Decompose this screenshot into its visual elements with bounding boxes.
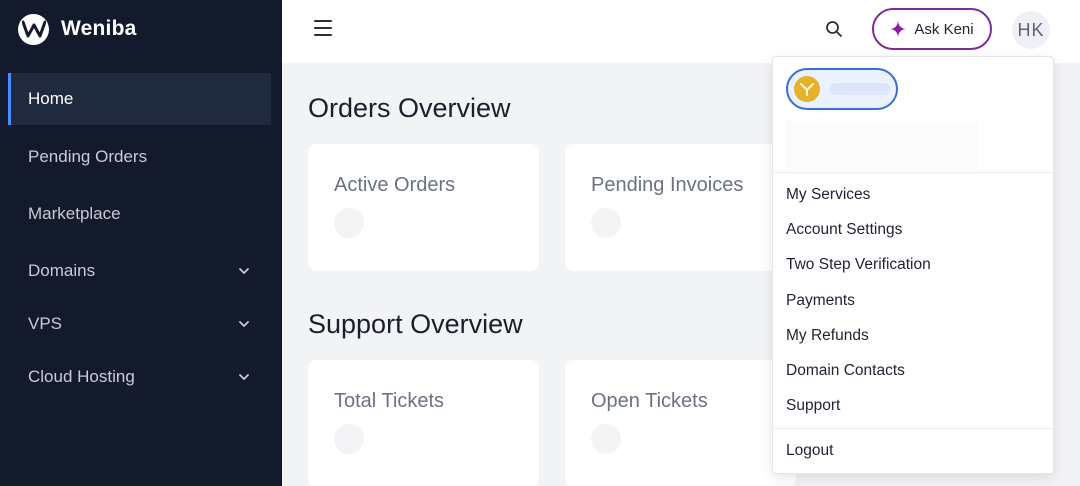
brand-name: Weniba (61, 17, 137, 40)
total-tickets-card[interactable]: Total Tickets (308, 360, 539, 486)
avatar-initials: HK (1017, 19, 1045, 40)
top-header: Ask Keni HK (282, 0, 1080, 63)
sparkle-icon (890, 21, 907, 37)
user-menu-dropdown: My Services Account Settings Two Step Ve… (772, 56, 1054, 474)
sidebar-item-home[interactable]: Home (8, 73, 271, 125)
sidebar-item-label: Marketplace (28, 204, 121, 223)
support-overview-title: Support Overview (308, 309, 523, 339)
sidebar: Weniba Home Pending Orders Marketplace D… (0, 0, 282, 486)
orders-overview-title: Orders Overview (308, 93, 511, 123)
active-orders-card[interactable]: Active Orders (308, 144, 539, 271)
card-icon (334, 424, 364, 454)
divider (773, 428, 1053, 429)
card-label: Pending Invoices (591, 174, 744, 196)
brand[interactable]: Weniba (18, 12, 137, 46)
sidebar-item-label: Pending Orders (28, 147, 148, 166)
avatar[interactable]: HK (1012, 11, 1050, 49)
hamburger-icon[interactable] (314, 20, 332, 36)
sidebar-item-label: Domains (28, 261, 96, 280)
sidebar-item-label: Cloud Hosting (28, 367, 135, 386)
wallet-balance-pill[interactable] (786, 68, 898, 110)
sidebar-item-pending-orders[interactable]: Pending Orders (8, 131, 271, 183)
card-icon (591, 424, 621, 454)
search-icon[interactable] (824, 19, 844, 39)
sidebar-item-label: Home (28, 89, 74, 108)
w-logo-icon (18, 13, 49, 45)
user-info-redacted (786, 121, 978, 171)
ask-keni-button[interactable]: Ask Keni (872, 8, 992, 50)
menu-item-support[interactable]: Support (786, 397, 840, 415)
sidebar-item-vps[interactable]: VPS (8, 298, 271, 350)
card-label: Active Orders (334, 174, 456, 196)
menu-item-my-services[interactable]: My Services (786, 186, 870, 204)
ask-keni-label: Ask Keni (914, 20, 974, 38)
balance-value-redacted (830, 83, 890, 95)
chevron-down-icon (239, 321, 249, 327)
card-icon (591, 208, 621, 238)
sidebar-item-marketplace[interactable]: Marketplace (8, 188, 271, 240)
open-tickets-card[interactable]: Open Tickets (565, 360, 796, 486)
chevron-down-icon (239, 268, 249, 274)
menu-item-domain-contacts[interactable]: Domain Contacts (786, 362, 905, 380)
sidebar-item-domains[interactable]: Domains (8, 245, 271, 297)
sidebar-item-cloud-hosting[interactable]: Cloud Hosting (8, 351, 271, 403)
chevron-down-icon (239, 374, 249, 380)
pending-invoices-card[interactable]: Pending Invoices (565, 144, 796, 271)
card-label: Total Tickets (334, 390, 445, 412)
sidebar-item-label: VPS (28, 314, 63, 333)
logout-button[interactable]: Logout (786, 442, 833, 460)
menu-item-my-refunds[interactable]: My Refunds (786, 327, 869, 345)
card-label: Open Tickets (591, 390, 708, 412)
menu-item-payments[interactable]: Payments (786, 292, 855, 310)
menu-item-account-settings[interactable]: Account Settings (786, 221, 902, 239)
divider (773, 172, 1053, 173)
menu-item-two-step-verification[interactable]: Two Step Verification (786, 256, 931, 274)
coin-icon (794, 76, 820, 102)
card-icon (334, 208, 364, 238)
